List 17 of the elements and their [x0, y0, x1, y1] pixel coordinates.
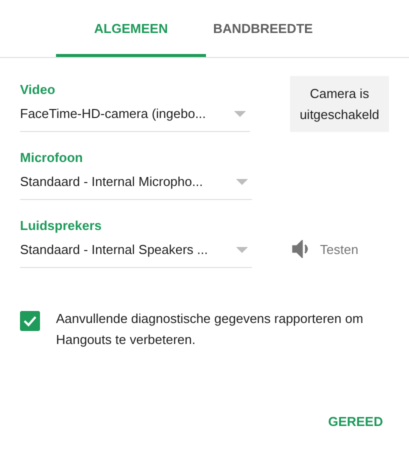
field-label: Microfoon	[20, 150, 84, 165]
done-button[interactable]: GEREED	[322, 410, 389, 433]
caret-icon	[236, 178, 248, 184]
checkbox-label: Aanvullende diagnostische gegevens rapporteren om Hangouts te verbeteren.	[56, 310, 364, 349]
tab[interactable]: BANDBREEDTE	[208, 0, 318, 57]
camera-status: Camera is uitgeschakeld	[290, 76, 389, 132]
field-label: Luidsprekers	[20, 218, 103, 233]
caret-icon	[236, 246, 248, 252]
checkmark-icon	[23, 315, 37, 327]
device-dropdown[interactable]: Standaard - Internal Speakers ...	[20, 242, 252, 268]
caret-icon	[234, 110, 246, 116]
device-dropdown[interactable]: FaceTime-HD-camera (ingebo...	[20, 106, 250, 132]
field-label: Video	[20, 82, 56, 97]
tab[interactable]: ALGEMEEN	[56, 0, 206, 57]
device-dropdown[interactable]: Standaard - Internal Micropho...	[20, 174, 252, 200]
checkbox[interactable]	[20, 311, 40, 331]
test-button[interactable]: Testen	[292, 240, 358, 258]
